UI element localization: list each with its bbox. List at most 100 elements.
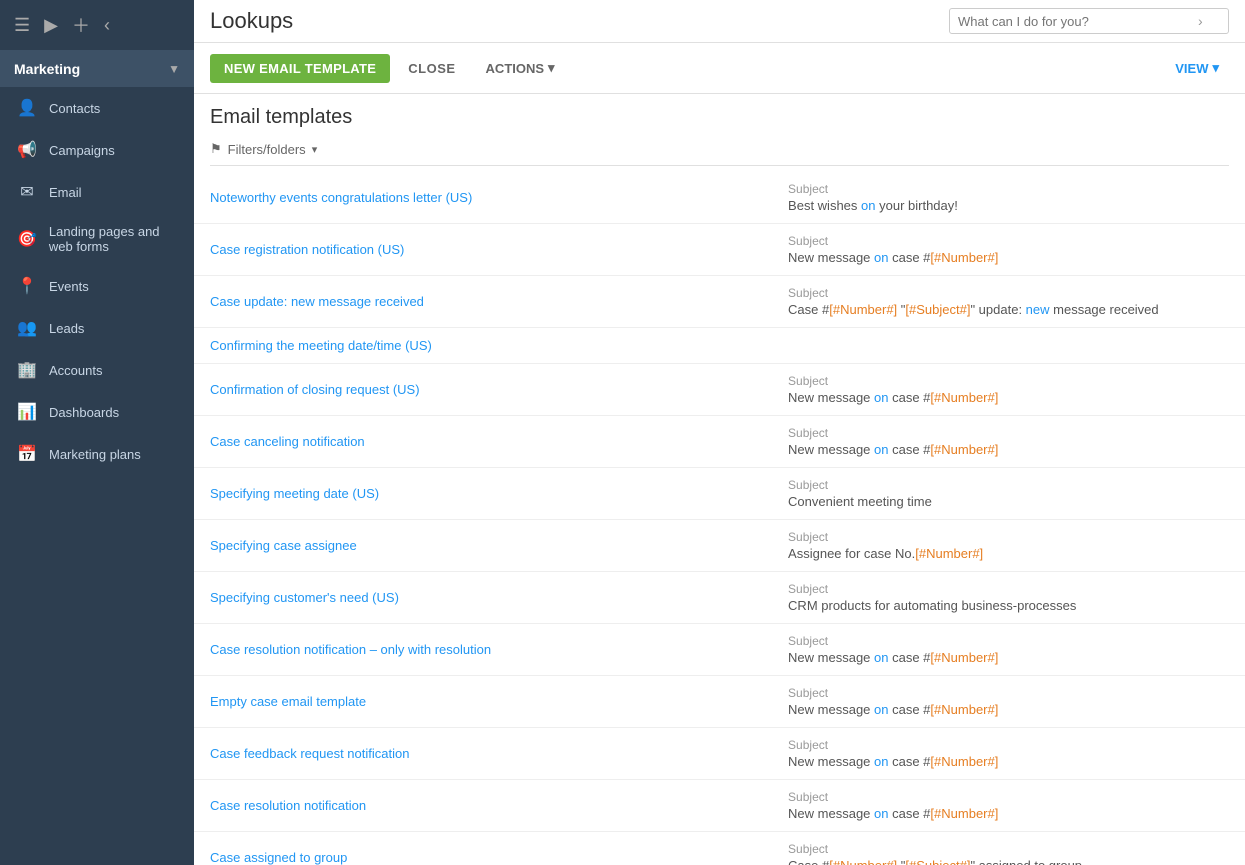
back-icon[interactable]: ‹ — [104, 15, 110, 36]
table-row: Case update: new message received Subject… — [194, 276, 1245, 328]
table-row: Confirming the meeting date/time (US) — [194, 328, 1245, 364]
subject-label: Subject — [788, 686, 1229, 700]
landing-pages-icon: 🎯 — [17, 229, 37, 249]
accounts-icon: 🏢 — [17, 360, 37, 380]
table-row: Case resolution notificationSubjectNew m… — [194, 780, 1245, 832]
table-row: Empty case email template Subject New mess… — [194, 676, 1245, 728]
page-title: Lookups — [210, 8, 939, 34]
table-row: Specifying case assignee Subject Assignee … — [194, 520, 1245, 572]
subject-value: Best wishes on your birthday! — [788, 198, 1229, 213]
template-name-link[interactable]: Case resolution notification – only with… — [210, 642, 491, 657]
template-name-link[interactable]: Case registration notification (US) — [210, 242, 404, 257]
sidebar-item-accounts[interactable]: 🏢 Accounts — [0, 349, 194, 391]
template-name-link[interactable]: Empty case email template — [210, 694, 366, 709]
view-label: VIEW — [1175, 61, 1208, 76]
table-row: Specifying customer's need (US) Subject CR… — [194, 572, 1245, 624]
template-name-link[interactable]: Confirmation of closing request (US) — [210, 382, 420, 397]
subject-value: New message on case #[#Number#] — [788, 442, 1229, 457]
actions-chevron-icon: ▾ — [548, 60, 555, 76]
sidebar-item-marketing-plans[interactable]: 📅 Marketing plans — [0, 433, 194, 475]
sidebar-item-landing-pages-label: Landing pages and web forms — [49, 224, 180, 254]
sidebar-item-leads-label: Leads — [49, 321, 84, 336]
template-name-link[interactable]: Case feedback request notification — [210, 746, 409, 761]
template-name-link[interactable]: Case assigned to group — [210, 850, 347, 865]
sidebar-item-contacts-label: Contacts — [49, 101, 100, 116]
campaigns-icon: 📢 — [17, 140, 37, 160]
subject-label: Subject — [788, 374, 1229, 388]
subject-label: Subject — [788, 738, 1229, 752]
sidebar-top-bar: ☰ ▶ ＋ ‹ — [0, 0, 194, 51]
actions-button[interactable]: ACTIONS ▾ — [474, 53, 567, 83]
dashboards-icon: 📊 — [17, 402, 37, 422]
template-name-link[interactable]: Confirming the meeting date/time (US) — [210, 338, 432, 353]
filters-chevron-icon: ▾ — [312, 143, 318, 156]
table-row: Confirmation of closing request (US) Subj… — [194, 364, 1245, 416]
sidebar-marketing-label: Marketing — [14, 61, 80, 77]
sidebar-item-campaigns-label: Campaigns — [49, 143, 115, 158]
subject-value: Case #[#Number#] "[#Subject#]" update: n… — [788, 302, 1229, 317]
sidebar-nav: 👤 Contacts 📢 Campaigns ✉ Email 🎯 Landing… — [0, 87, 194, 865]
table-row: Case resolution notification – only with… — [194, 624, 1245, 676]
marketing-plans-icon: 📅 — [17, 444, 37, 464]
sidebar-item-email[interactable]: ✉ Email — [0, 171, 194, 213]
table-row: Case feedback request notification Subjec… — [194, 728, 1245, 780]
chevron-down-icon: ▼ — [168, 62, 180, 76]
table-row: Case registration notification (US)Subje… — [194, 224, 1245, 276]
subject-value: New message on case #[#Number#] — [788, 702, 1229, 717]
sidebar-item-leads[interactable]: 👥 Leads — [0, 307, 194, 349]
search-input[interactable] — [958, 14, 1198, 29]
template-name-link[interactable]: Case canceling notification — [210, 434, 365, 449]
subject-value: Assignee for case No.[#Number#] — [788, 546, 1229, 561]
templates-table-container: Noteworthy events congratulations letter… — [194, 172, 1245, 865]
table-row: Specifying meeting date (US) Subject Conve… — [194, 468, 1245, 520]
sidebar-item-accounts-label: Accounts — [49, 363, 102, 378]
sidebar-item-email-label: Email — [49, 185, 82, 200]
subject-value: CRM products for automating business-pro… — [788, 598, 1229, 613]
subject-value: Convenient meeting time — [788, 494, 1229, 509]
sidebar-marketing-section[interactable]: Marketing ▼ — [0, 51, 194, 87]
view-button[interactable]: VIEW ▾ — [1165, 53, 1229, 83]
subject-label: Subject — [788, 478, 1229, 492]
leads-icon: 👥 — [17, 318, 37, 338]
table-row: Noteworthy events congratulations letter… — [194, 172, 1245, 224]
filters-label: Filters/folders — [228, 142, 306, 157]
subject-value: New message on case #[#Number#] — [788, 754, 1229, 769]
sidebar-item-events-label: Events — [49, 279, 89, 294]
close-button[interactable]: CLOSE — [396, 54, 467, 83]
search-box[interactable]: › — [949, 8, 1229, 34]
subject-label: Subject — [788, 182, 1229, 196]
sidebar-item-landing-pages[interactable]: 🎯 Landing pages and web forms — [0, 213, 194, 265]
table-row: Case assigned to groupSubjectCase #[#Num… — [194, 832, 1245, 865]
template-name-link[interactable]: Specifying meeting date (US) — [210, 486, 379, 501]
add-icon[interactable]: ＋ — [72, 12, 90, 38]
search-arrow-icon: › — [1198, 13, 1203, 29]
template-name-link[interactable]: Case update: new message received — [210, 294, 424, 309]
subject-label: Subject — [788, 582, 1229, 596]
template-name-link[interactable]: Specifying case assignee — [210, 538, 357, 553]
template-name-link[interactable]: Specifying customer's need (US) — [210, 590, 399, 605]
email-icon: ✉ — [17, 182, 37, 202]
play-icon[interactable]: ▶ — [44, 15, 58, 36]
new-email-template-button[interactable]: NEW EMAIL TEMPLATE — [210, 54, 390, 83]
subject-label: Subject — [788, 426, 1229, 440]
subject-label: Subject — [788, 530, 1229, 544]
filters-bar[interactable]: ⚑ Filters/folders ▾ — [210, 137, 1229, 166]
table-row: Case canceling notification Subject New me… — [194, 416, 1245, 468]
sidebar-item-dashboards[interactable]: 📊 Dashboards — [0, 391, 194, 433]
sidebar-item-dashboards-label: Dashboards — [49, 405, 119, 420]
subject-value: New message on case #[#Number#] — [788, 806, 1229, 821]
sidebar-item-campaigns[interactable]: 📢 Campaigns — [0, 129, 194, 171]
templates-table: Noteworthy events congratulations letter… — [194, 172, 1245, 865]
hamburger-icon[interactable]: ☰ — [14, 15, 30, 36]
subject-label: Subject — [788, 286, 1229, 300]
content-header: Email templates ⚑ Filters/folders ▾ — [194, 94, 1245, 172]
sidebar-item-contacts[interactable]: 👤 Contacts — [0, 87, 194, 129]
subject-value: New message on case #[#Number#] — [788, 390, 1229, 405]
content-title: Email templates — [210, 106, 1229, 129]
template-name-link[interactable]: Noteworthy events congratulations letter… — [210, 190, 472, 205]
sidebar: ☰ ▶ ＋ ‹ Marketing ▼ 👤 Contacts 📢 Campaig… — [0, 0, 194, 865]
template-name-link[interactable]: Case resolution notification — [210, 798, 366, 813]
sidebar-item-events[interactable]: 📍 Events — [0, 265, 194, 307]
subject-label: Subject — [788, 634, 1229, 648]
sidebar-item-marketing-plans-label: Marketing plans — [49, 447, 141, 462]
